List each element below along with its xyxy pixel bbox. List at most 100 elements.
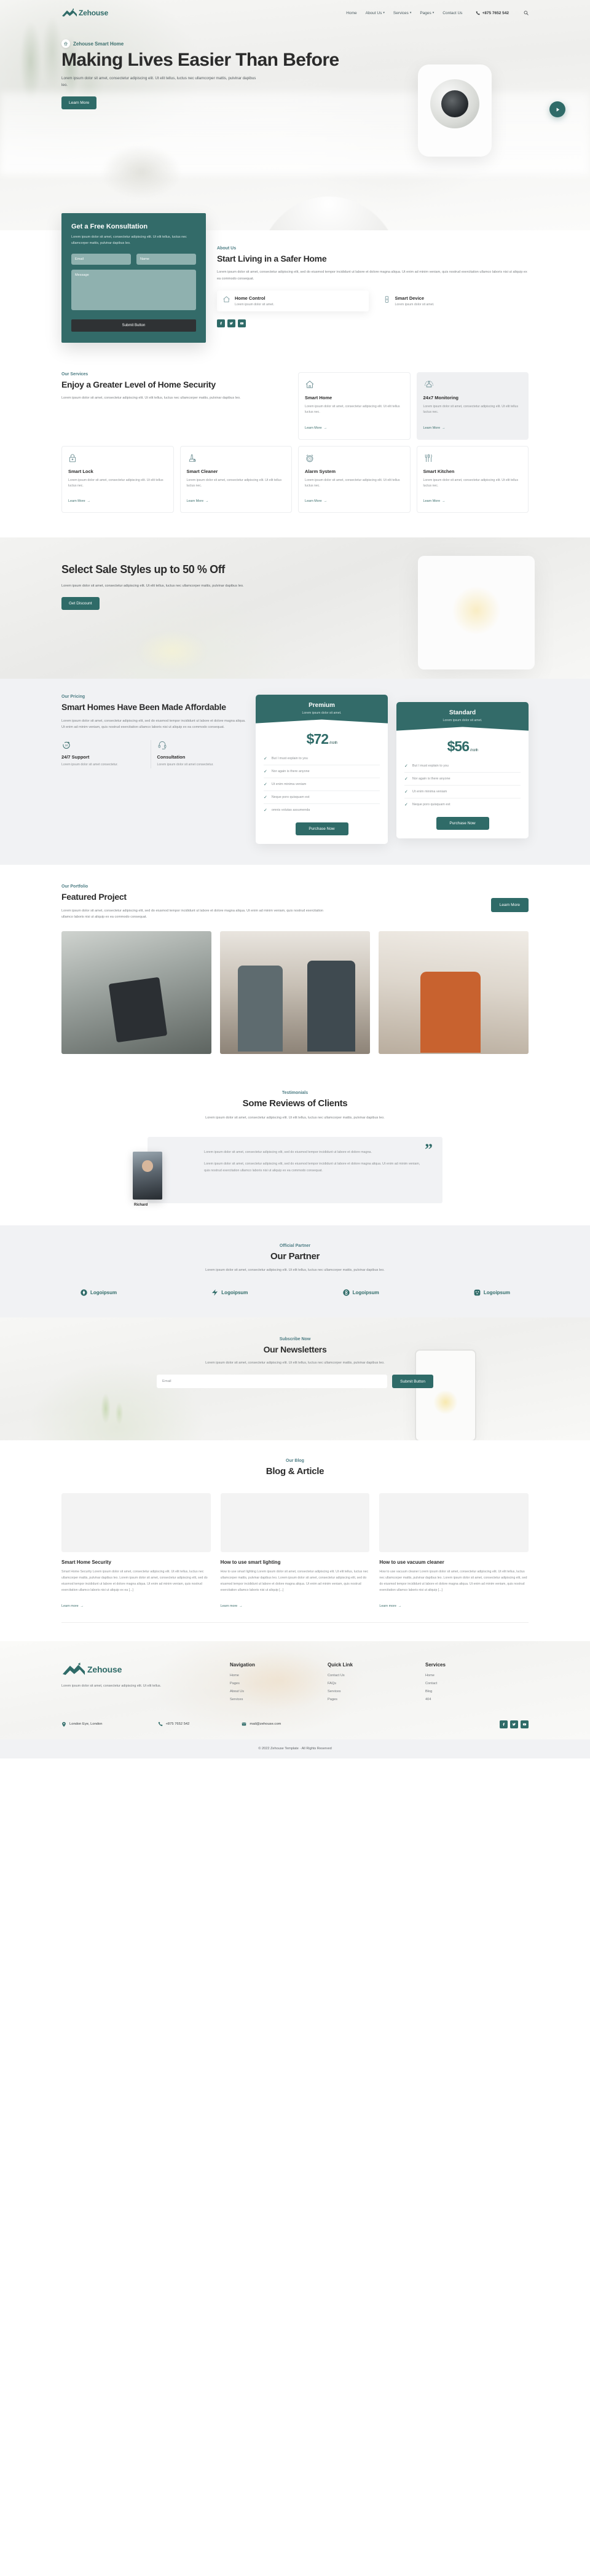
konsultation-submit-button[interactable]: Submit Button xyxy=(71,319,196,332)
footer-contact-phone[interactable]: +875 7652 542 xyxy=(158,1722,189,1727)
pricing-support-consultation: Consultation Lorem ipsum dolor sit amet … xyxy=(157,740,246,768)
youtube-icon[interactable] xyxy=(521,1720,529,1728)
nav-item-home[interactable]: Home xyxy=(346,11,356,15)
blog-learn-more-link[interactable]: Learn more → xyxy=(379,1604,401,1608)
about-text: Lorem ipsum dolor sit amet, consectetur … xyxy=(217,270,527,281)
brand-name: Zehouse xyxy=(79,9,108,17)
service-card-smart-home[interactable]: Smart Home Lorem ipsum dolor sit amet, c… xyxy=(298,372,411,440)
footer-link[interactable]: Services xyxy=(328,1690,411,1693)
blog-post-3[interactable]: How to use vacuum cleaner How to use vac… xyxy=(379,1493,529,1610)
arrow-right-icon: → xyxy=(442,499,446,504)
blog-post-1[interactable]: Smart Home Security Smart Home Security … xyxy=(61,1493,211,1610)
footer-link[interactable]: Contact Us xyxy=(328,1674,411,1677)
portfolio-text: Lorem ipsum dolor sit amet, consectetur … xyxy=(61,908,323,919)
service-learn-more-link[interactable]: Learn More → xyxy=(423,426,446,430)
blog-post-title: Smart Home Security xyxy=(61,1559,111,1566)
partner-logo-4[interactable]: Logoipsum xyxy=(473,1289,510,1297)
nav-item-about-us[interactable]: About Us ▾ xyxy=(366,11,385,15)
search-icon[interactable] xyxy=(524,10,529,15)
plan-feature-label: But I must explain to you xyxy=(412,764,449,768)
hero-title: Making Lives Easier Than Before xyxy=(61,50,339,70)
footer-column-title: Navigation xyxy=(230,1661,255,1668)
konsultation-email-input[interactable] xyxy=(71,254,131,265)
footer-link[interactable]: Blog xyxy=(425,1690,508,1693)
service-card-smart-lock[interactable]: Smart Lock Lorem ipsum dolor sit amet, c… xyxy=(61,445,174,513)
arrow-right-icon: → xyxy=(323,499,327,504)
footer-link[interactable]: Pages xyxy=(328,1698,411,1701)
blog-post-excerpt: How to use smart lighting Lorem ipsum do… xyxy=(220,1570,369,1592)
partner-logo-label: Logoipsum xyxy=(483,1289,510,1295)
plan-features: ✓ But I must explain to you ✓ Nor again is… xyxy=(264,752,380,816)
play-video-button[interactable] xyxy=(549,101,565,117)
blog-learn-more-link[interactable]: Learn more → xyxy=(221,1604,243,1608)
plan-feature: ✓ But I must explain to you xyxy=(404,760,521,773)
twitter-icon[interactable] xyxy=(510,1720,518,1728)
portfolio-image-3[interactable] xyxy=(379,931,529,1055)
location-pin-icon xyxy=(61,1722,66,1727)
blog-post-2[interactable]: How to use smart lighting How to use sma… xyxy=(220,1493,370,1610)
nav-phone[interactable]: +875 7652 542 xyxy=(476,11,509,15)
konsultation-name-input[interactable] xyxy=(136,254,196,265)
hero-learn-more-button[interactable]: Learn More xyxy=(61,96,97,110)
partner-logo-1[interactable]: Logoipsum xyxy=(80,1289,117,1297)
plan-feature: ✓ Ut enim minima veniam xyxy=(264,778,380,792)
service-card-24x7-monitoring[interactable]: 24x7 Monitoring Lorem ipsum dolor sit am… xyxy=(416,372,529,440)
service-learn-more-link[interactable]: Learn More → xyxy=(305,499,327,503)
nav-item-services[interactable]: Services ▾ xyxy=(393,11,411,15)
services-section: Our Services Enjoy a Greater Level of Ho… xyxy=(0,364,590,538)
portfolio-learn-more-button[interactable]: Learn More xyxy=(490,898,529,913)
service-learn-more-link[interactable]: Learn More → xyxy=(423,499,446,503)
service-card-smart-cleaner[interactable]: Smart Cleaner Lorem ipsum dolor sit amet… xyxy=(179,445,292,513)
facebook-icon[interactable] xyxy=(217,319,225,327)
partner-logo-2[interactable]: Logoipsum xyxy=(211,1289,248,1297)
konsultation-title: Get a Free Konsultation xyxy=(71,223,148,230)
services-text: Lorem ipsum dolor sit amet, consectetur … xyxy=(61,396,241,400)
blog-post-excerpt: How to use vacuum cleaner Lorem ipsum do… xyxy=(379,1570,527,1592)
service-learn-more-link[interactable]: Learn More → xyxy=(187,499,209,503)
footer-logo[interactable]: Zehouse xyxy=(61,1662,215,1677)
newsletter-submit-button[interactable]: Submit Button xyxy=(392,1375,433,1389)
konsultation-message-input[interactable] xyxy=(71,270,196,310)
portfolio-image-2[interactable] xyxy=(220,931,370,1055)
plan-feature: ✓ omnis volutas assumenda xyxy=(264,804,380,816)
blog-post-excerpt: Smart Home Security Lorem ipsum dolor si… xyxy=(61,1570,208,1592)
twitter-icon[interactable] xyxy=(227,319,235,327)
footer-link[interactable]: Services xyxy=(230,1698,313,1701)
portfolio-section: Our Portfolio Featured Project Lorem ips… xyxy=(0,865,590,1077)
portfolio-image-1[interactable] xyxy=(61,931,211,1055)
service-desc: Lorem ipsum dolor sit amet, consectetur … xyxy=(186,478,282,488)
pricing-support-24-7: 24 24/7 Support Lorem ipsum dolor sit am… xyxy=(61,740,151,768)
footer-link[interactable]: Pages xyxy=(230,1682,313,1685)
footer-link[interactable]: Contact xyxy=(425,1682,508,1685)
plan-name: Standard xyxy=(449,709,476,717)
pricing-plan-standard: Standard Lorem ipsum dolor sit amet. $56… xyxy=(396,702,529,839)
nav-item-contact-us[interactable]: Contact Us xyxy=(442,11,462,15)
footer-contact-address[interactable]: London Eye, London xyxy=(61,1722,103,1727)
service-card-smart-kitchen[interactable]: Smart Kitchen Lorem ipsum dolor sit amet… xyxy=(416,445,529,513)
learn-more-label: Learn more xyxy=(220,1604,238,1608)
service-learn-more-link[interactable]: Learn More → xyxy=(68,499,90,503)
youtube-icon[interactable] xyxy=(238,319,246,327)
footer-contact-email[interactable]: mail@zehouse.com xyxy=(242,1722,281,1727)
blog-learn-more-link[interactable]: Learn more → xyxy=(61,1604,84,1608)
partner-logo-3[interactable]: Logoipsum xyxy=(342,1289,379,1297)
footer-link[interactable]: Home xyxy=(425,1674,508,1677)
brand-logo[interactable]: Zehouse xyxy=(61,8,108,18)
about-section: Get a Free Konsultation Lorem ipsum dolo… xyxy=(0,213,590,364)
footer-link[interactable]: 404 xyxy=(425,1698,508,1701)
premium-purchase-button[interactable]: Purchase Now xyxy=(295,822,348,836)
footer-link[interactable]: Home xyxy=(230,1674,313,1677)
about-title: Start Living in a Safer Home xyxy=(217,254,327,263)
blog-thumbnail xyxy=(379,1493,529,1553)
facebook-icon[interactable] xyxy=(500,1720,508,1728)
newsletter-eyebrow: Subscribe Now xyxy=(279,1337,311,1341)
get-discount-button[interactable]: Get Discount xyxy=(61,597,100,611)
standard-purchase-button[interactable]: Purchase Now xyxy=(436,817,489,830)
plan-feature-label: But I must explain to you xyxy=(271,757,308,761)
nav-item-pages[interactable]: Pages ▾ xyxy=(420,11,434,15)
footer-link[interactable]: About Us xyxy=(230,1690,313,1693)
service-card-alarm-system[interactable]: Alarm System Lorem ipsum dolor sit amet,… xyxy=(298,445,411,513)
newsletter-email-input[interactable] xyxy=(157,1375,388,1389)
footer-link[interactable]: FAQs xyxy=(328,1682,411,1685)
service-learn-more-link[interactable]: Learn More → xyxy=(305,426,327,430)
